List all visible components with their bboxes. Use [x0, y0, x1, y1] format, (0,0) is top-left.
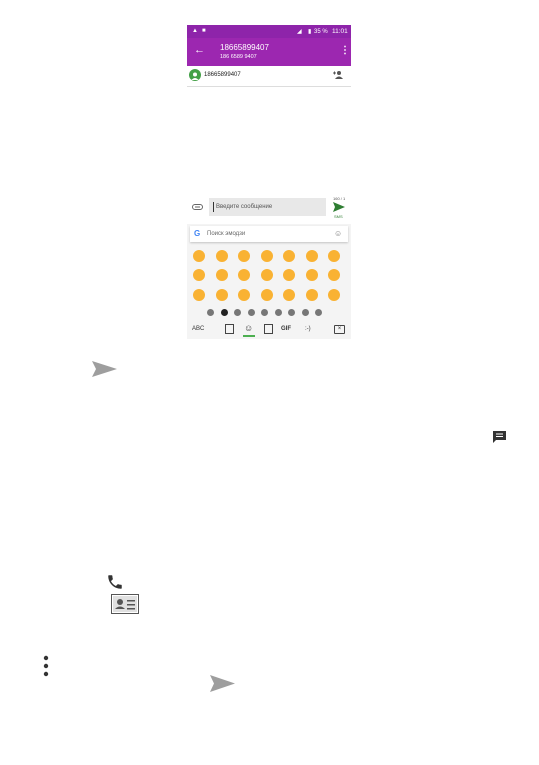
objects-category-icon[interactable]: [288, 309, 295, 316]
recipient-chip[interactable]: 18665899407: [204, 72, 241, 78]
emoji-face-icon[interactable]: ☺: [334, 229, 342, 238]
emoji-icon[interactable]: [193, 250, 205, 262]
send-icon: [210, 675, 235, 692]
emoji-icon[interactable]: [215, 269, 228, 281]
travel-category-icon[interactable]: [261, 309, 268, 316]
activity-category-icon[interactable]: [274, 309, 282, 316]
emoji-keyboard: G Поиск эмодзи ☺ ABC ☺ GIF:-) ×: [187, 224, 351, 339]
char-counter: 160 / 1: [333, 196, 346, 201]
overflow-menu-icon[interactable]: ⋮: [340, 45, 350, 56]
gif-key[interactable]: GIF: [281, 326, 291, 332]
send-sms-label: SMS: [334, 214, 343, 219]
phone-screenshot: ▲ ■ ◢ ▮ 35 % 11:01 ← 18665899407 186 658…: [187, 25, 351, 339]
emoji-icon[interactable]: [305, 289, 318, 301]
message-placeholder: Введите сообщение: [216, 204, 273, 210]
emoji-icon[interactable]: [238, 250, 250, 262]
recipient-row: 18665899407: [187, 66, 351, 87]
emoji-row: [193, 250, 349, 262]
emoji-row: [193, 269, 349, 281]
emoji-icon[interactable]: [215, 289, 228, 301]
google-logo-icon: G: [194, 229, 201, 238]
nature-category-icon[interactable]: [234, 309, 241, 316]
message-input[interactable]: Введите сообщение: [209, 198, 326, 216]
emoji-row: [193, 289, 349, 301]
back-arrow-icon[interactable]: ←: [194, 44, 205, 56]
emoticon-key[interactable]: :-): [305, 326, 311, 332]
contact-card-icon: [111, 594, 139, 614]
message-icon: [493, 431, 506, 443]
person-icon: [191, 72, 199, 80]
emoji-icon[interactable]: [305, 250, 318, 262]
send-sms-icon[interactable]: [333, 202, 345, 212]
compose-bar: Введите сообщение 160 / 1 SMS: [187, 196, 351, 224]
keyboard-bottom-bar: ABC ☺ GIF :-) ×: [187, 322, 351, 338]
battery-level: 35 %: [314, 29, 328, 35]
status-bar: ▲ ■ ◢ ▮ 35 % 11:01: [187, 25, 351, 38]
conversation-subtitle: 186 6589 9407: [220, 54, 257, 60]
phone-icon: [108, 575, 122, 589]
emoji-tab-icon[interactable]: ☺: [244, 323, 253, 333]
add-person-icon[interactable]: [332, 70, 344, 80]
emoji-icon[interactable]: [260, 269, 273, 281]
text-cursor: [213, 202, 214, 212]
emoji-icon[interactable]: [193, 289, 205, 301]
emoji-icon[interactable]: [283, 269, 295, 281]
abc-key[interactable]: ABC: [192, 326, 204, 332]
app-bar: ← 18665899407 186 6589 9407 ⋮: [187, 38, 351, 66]
conversation-title: 18665899407: [220, 43, 269, 52]
emoji-icon[interactable]: [328, 289, 340, 301]
emoji-icon[interactable]: [260, 289, 273, 301]
recent-category-icon[interactable]: [207, 309, 214, 316]
bitmoji-icon[interactable]: [264, 324, 273, 334]
sticker-icon[interactable]: [225, 324, 234, 334]
notification-icon: ▲: [192, 28, 198, 34]
active-tab-indicator: [243, 335, 255, 337]
emoji-icon[interactable]: [238, 289, 250, 301]
send-icon: [92, 361, 117, 377]
emoji-search-field[interactable]: G Поиск эмодзи ☺: [190, 226, 348, 242]
emoji-icon[interactable]: [260, 250, 273, 262]
emoji-icon[interactable]: [193, 269, 205, 281]
backspace-icon[interactable]: ×: [334, 325, 345, 334]
emoji-icon[interactable]: [283, 250, 295, 262]
battery-icon: ▮: [308, 29, 312, 35]
emoji-icon[interactable]: [328, 269, 340, 281]
signal-icon: ◢: [297, 29, 302, 35]
emoji-icon[interactable]: [328, 250, 340, 262]
smileys-category-icon[interactable]: [220, 309, 228, 316]
emoji-icon[interactable]: [283, 289, 295, 301]
food-category-icon[interactable]: [247, 309, 255, 316]
emoji-search-placeholder: Поиск эмодзи: [207, 231, 246, 237]
emoji-icon[interactable]: [238, 269, 250, 281]
flags-category-icon[interactable]: [315, 309, 322, 316]
symbols-category-icon[interactable]: [301, 309, 309, 316]
more-vert-icon: [43, 655, 49, 677]
clock: 11:01: [332, 28, 348, 35]
image-notification-icon: ■: [202, 28, 206, 34]
recipient-avatar: [189, 69, 201, 81]
emoji-icon[interactable]: [305, 269, 318, 281]
attach-icon[interactable]: [192, 204, 203, 210]
emoji-category-bar: [207, 309, 322, 316]
emoji-icon[interactable]: [215, 250, 228, 262]
